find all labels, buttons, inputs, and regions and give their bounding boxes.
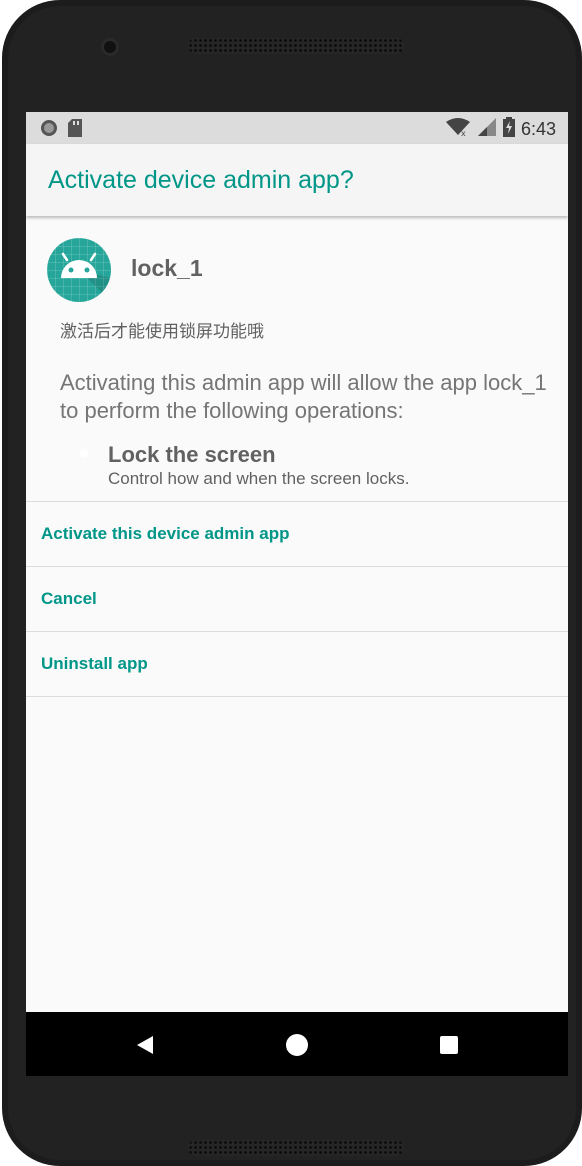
app-description: 激活后才能使用锁屏功能哦 — [60, 322, 264, 342]
navigation-bar — [26, 1012, 568, 1076]
recents-icon[interactable] — [434, 1030, 464, 1060]
permission-description: Control how and when the screen locks. — [108, 469, 410, 488]
sd-card-icon — [68, 119, 82, 141]
divider — [26, 696, 568, 697]
cancel-button-label: Cancel — [41, 589, 97, 608]
uninstall-button-label: Uninstall app — [41, 654, 148, 673]
permission-title: Lock the screen — [108, 442, 276, 467]
front-camera — [101, 38, 119, 56]
bottom-speaker — [188, 1140, 404, 1156]
dialog-header: Activate device admin app? — [26, 144, 568, 216]
screen: x 6:43 Activate device admin app? lock_1… — [26, 112, 568, 1076]
home-icon[interactable] — [282, 1030, 312, 1060]
cancel-button[interactable]: Cancel — [26, 567, 568, 631]
circle-notification-icon — [40, 119, 58, 141]
cellular-signal-icon — [477, 117, 497, 141]
status-time: 6:43 — [520, 118, 556, 139]
activation-explanation: Activating this admin app will allow the… — [60, 370, 547, 423]
android-app-icon — [47, 238, 111, 302]
wifi-icon: x — [445, 117, 471, 141]
svg-text:x: x — [461, 129, 466, 137]
uninstall-button[interactable]: Uninstall app — [26, 632, 568, 696]
earpiece-speaker — [188, 38, 404, 54]
activate-button-label: Activate this device admin app — [41, 524, 290, 543]
status-bar: x 6:43 — [26, 112, 568, 144]
activate-button[interactable]: Activate this device admin app — [26, 502, 568, 566]
dialog-title: Activate device admin app? — [48, 166, 354, 194]
battery-charging-icon — [502, 117, 515, 141]
back-icon[interactable] — [130, 1030, 160, 1060]
permission-bullet — [80, 449, 88, 457]
app-name: lock_1 — [131, 255, 203, 281]
